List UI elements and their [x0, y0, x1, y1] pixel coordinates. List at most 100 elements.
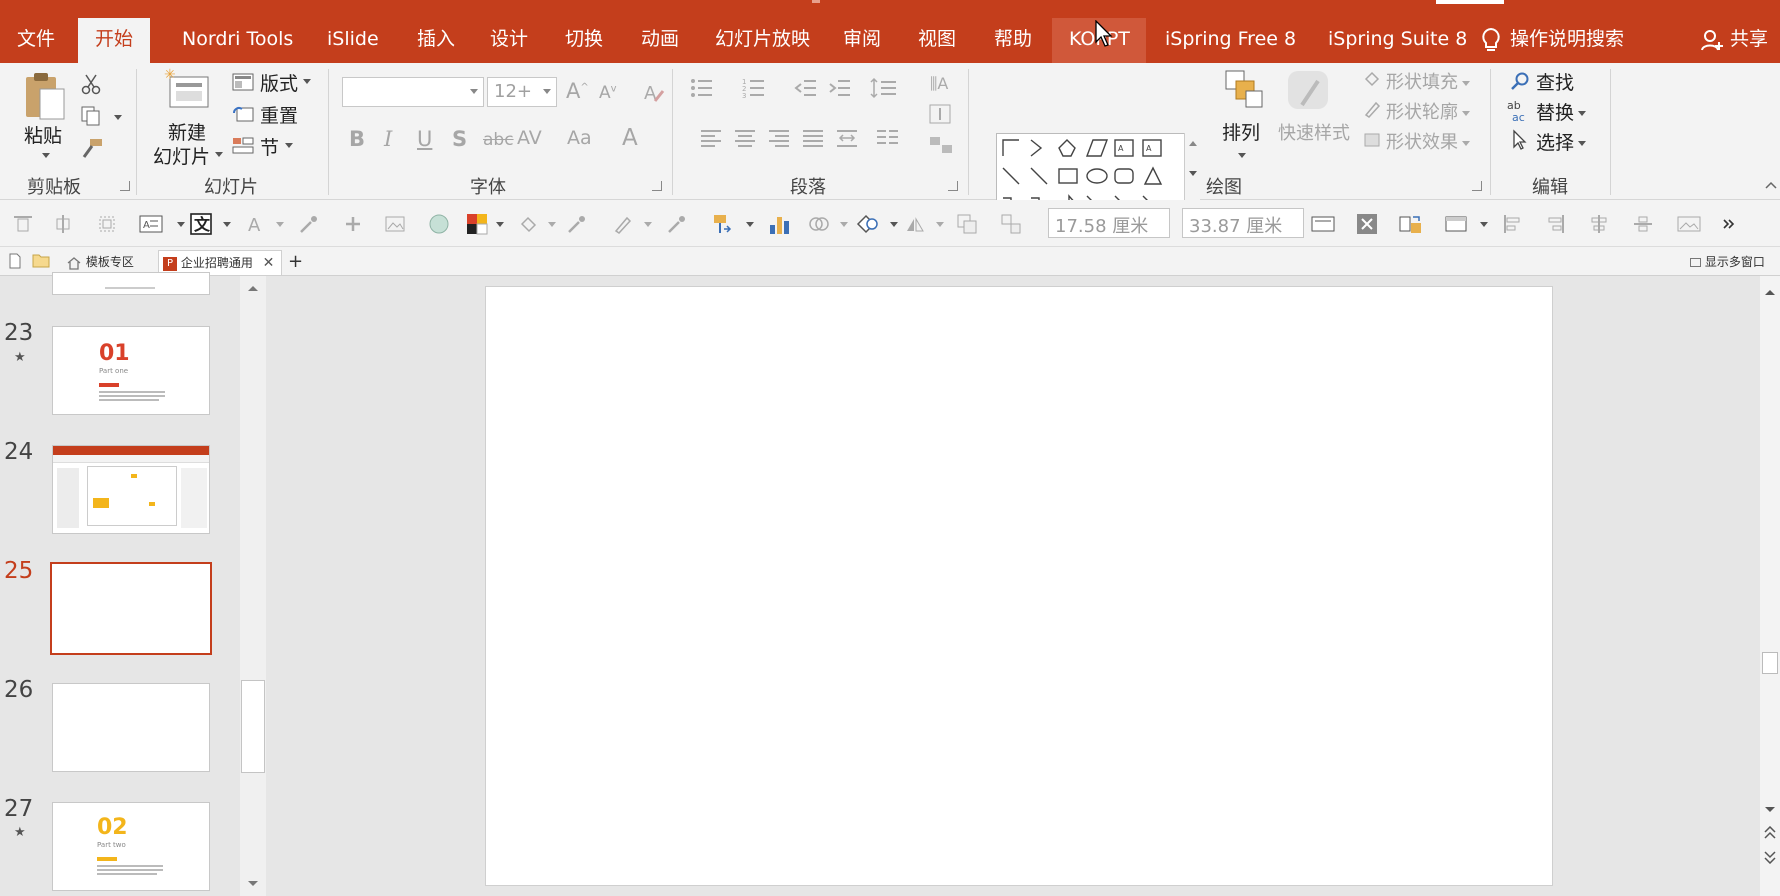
slide-thumbnail[interactable] [52, 445, 210, 534]
font-color-dropdown-icon[interactable] [276, 222, 284, 227]
tab-slideshow[interactable]: 幻灯片放映 [698, 18, 827, 63]
align-objects-left-icon[interactable] [1502, 213, 1524, 235]
replace-button[interactable]: 替换 [1536, 98, 1587, 125]
line-spacing-icon[interactable] [870, 77, 904, 99]
picture-icon[interactable] [384, 213, 406, 235]
folder-icon[interactable] [32, 253, 50, 268]
font-color-button[interactable]: A [622, 125, 638, 151]
change-case-button[interactable]: Aa [567, 127, 592, 149]
strikethrough-button[interactable]: abc [483, 130, 514, 150]
rotate-dropdown-icon[interactable] [936, 222, 944, 227]
cut-icon[interactable] [80, 73, 102, 95]
tab-insert[interactable]: 插入 [400, 18, 472, 63]
crop-icon[interactable] [96, 213, 118, 235]
align-top-icon[interactable] [12, 213, 34, 235]
shape-combine-dropdown-icon[interactable] [890, 222, 898, 227]
decrease-indent-icon[interactable] [794, 77, 818, 99]
distribute-objects-icon[interactable] [1632, 213, 1654, 235]
quick-styles-icon[interactable] [1284, 69, 1332, 113]
thumbnail-scroll-thumb[interactable] [241, 680, 265, 773]
arrange-dropdown-icon[interactable] [1238, 153, 1246, 158]
grow-font-icon[interactable]: A^ [566, 79, 589, 103]
new-slide-dropdown-icon[interactable] [215, 152, 223, 157]
align-objects-right-icon[interactable] [1544, 213, 1566, 235]
eyedropper-fill-icon[interactable] [566, 213, 588, 235]
layout-icon[interactable] [232, 73, 254, 91]
bullets-icon[interactable] [690, 77, 724, 99]
color-fill-icon[interactable] [466, 213, 488, 235]
frame-icon[interactable] [1444, 213, 1470, 235]
align-left-icon[interactable] [700, 127, 722, 149]
shape-outline-icon[interactable] [1362, 99, 1382, 119]
shape-fill-button[interactable]: 形状填充 [1386, 68, 1470, 94]
slide-thumbnail[interactable]: 01 Part one [52, 326, 210, 415]
align-middle-icon[interactable] [52, 213, 74, 235]
drawing-launcher-icon[interactable] [1472, 181, 1482, 191]
paint-bucket-dropdown-icon[interactable] [548, 222, 556, 227]
previous-slide-icon[interactable] [1764, 826, 1776, 840]
bold-button[interactable]: B [349, 127, 365, 151]
collapse-ribbon-icon[interactable] [1764, 180, 1778, 190]
tab-ispring-free[interactable]: iSpring Free 8 [1148, 18, 1313, 63]
slide-canvas[interactable] [485, 286, 1553, 886]
ungroup-shapes-icon[interactable] [1000, 213, 1022, 235]
textbox-dropdown-icon[interactable] [177, 222, 185, 227]
shrink-font-icon[interactable]: Av [599, 83, 617, 103]
new-slide-label-2[interactable]: 幻灯片 [153, 142, 210, 169]
shape-edit-icon[interactable] [342, 213, 364, 235]
replace-icon[interactable]: abac [1506, 99, 1532, 123]
slide-size-icon[interactable] [1310, 213, 1336, 235]
tab-design[interactable]: 设计 [473, 18, 545, 63]
new-slide-icon[interactable]: ✳ [162, 67, 212, 111]
slide-thumbnail-selected[interactable] [50, 562, 212, 655]
next-slide-icon[interactable] [1764, 850, 1776, 864]
paragraph-launcher-icon[interactable] [948, 181, 958, 191]
tab-transitions[interactable]: 切换 [548, 18, 620, 63]
slide-thumbnail[interactable] [52, 683, 210, 772]
text-format-dropdown-icon[interactable] [223, 222, 231, 227]
char-spacing-button[interactable]: AV [517, 127, 542, 149]
layout-dropdown-icon[interactable] [303, 79, 311, 84]
section-icon[interactable] [232, 137, 254, 155]
paste-icon[interactable] [22, 71, 66, 123]
tab-view[interactable]: 视图 [901, 18, 973, 63]
find-icon[interactable] [1510, 71, 1530, 91]
shape-fill-icon[interactable] [1362, 69, 1382, 89]
tab-ispring-suite[interactable]: iSpring Suite 8 [1311, 18, 1484, 63]
clear-format-icon[interactable]: A [643, 81, 665, 103]
canvas-scroll-down-icon[interactable] [1764, 806, 1776, 814]
share-button[interactable]: 共享 [1700, 18, 1768, 63]
tab-nordri-tools[interactable]: Nordri Tools [165, 18, 310, 63]
copy-dropdown-icon[interactable] [114, 115, 122, 120]
shape-effects-button[interactable]: 形状效果 [1386, 128, 1470, 154]
group-shapes-icon[interactable] [956, 213, 978, 235]
merge-shapes-icon[interactable] [808, 213, 830, 235]
chart-icon[interactable] [768, 213, 790, 235]
section-dropdown-icon[interactable] [285, 143, 293, 148]
merge-shapes-dropdown-icon[interactable] [840, 222, 848, 227]
font-size-combo[interactable]: 12+ [487, 77, 557, 107]
canvas-scrollbar[interactable] [1760, 276, 1780, 896]
slide-thumbnail[interactable]: 02 Part two [52, 802, 210, 891]
format-copy-dropdown-icon[interactable] [746, 222, 754, 227]
numbering-icon[interactable]: 123 [742, 77, 776, 99]
color-fill-dropdown-icon[interactable] [496, 222, 504, 227]
tab-islide[interactable]: iSlide [310, 18, 396, 63]
thumbnail-scrollbar[interactable] [240, 276, 266, 896]
align-center-icon[interactable] [734, 127, 756, 149]
clipboard-launcher-icon[interactable] [120, 181, 130, 191]
format-painter-icon[interactable] [80, 137, 104, 159]
shape-height-field[interactable]: 17.58 厘米 [1048, 208, 1170, 238]
arrange-icon[interactable] [1224, 69, 1264, 109]
align-right-icon[interactable] [768, 127, 790, 149]
shape-outline-button[interactable]: 形状轮廓 [1386, 98, 1470, 124]
italic-button[interactable]: I [384, 127, 392, 151]
scroll-down-icon[interactable] [247, 880, 259, 888]
circle-shape-icon[interactable] [428, 213, 450, 235]
canvas-scroll-up-icon[interactable] [1764, 288, 1776, 296]
paint-bucket-icon[interactable] [518, 213, 540, 235]
textbox-icon[interactable]: A [138, 213, 168, 235]
delete-box-icon[interactable] [1356, 213, 1378, 235]
text-format-icon[interactable]: 文 [190, 213, 212, 235]
smartart-icon[interactable] [928, 135, 962, 157]
